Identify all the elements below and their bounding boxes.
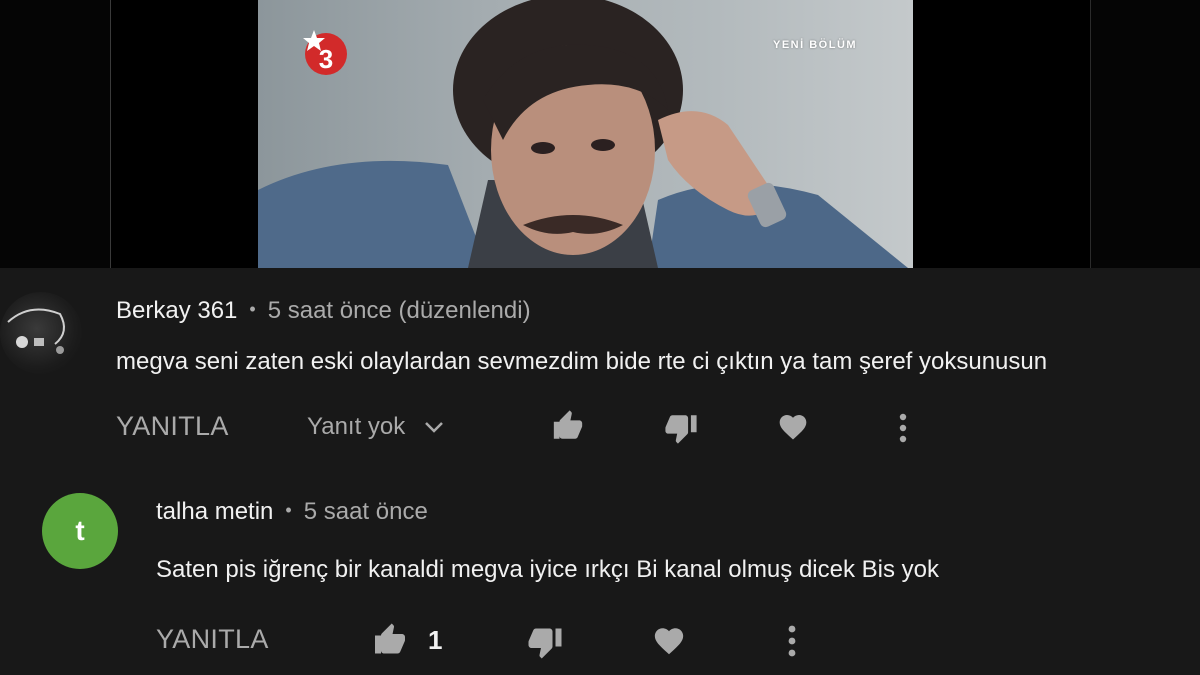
heart-button[interactable] [776,411,810,443]
reply-button[interactable]: YANITLA [156,624,269,655]
comment-timestamp[interactable]: 5 saat önce (düzenlendi) [268,297,531,324]
thumbnail-caption: YENİ BÖLÜM [773,39,858,51]
svg-text:3: 3 [319,44,333,74]
comment-author[interactable]: Berkay 361 [116,297,237,324]
reply-button[interactable]: YANITLA [116,411,229,442]
chevron-down-icon [425,422,444,433]
dislike-button[interactable] [526,624,564,660]
thumbs-up-icon [375,623,405,654]
heart-icon [779,415,807,440]
heart-icon [654,628,684,655]
replies-toggle[interactable]: Yanıt yok [307,413,445,441]
comment-header: Berkay 361 • 5 saat önce (düzenlendi) [116,297,531,325]
replies-toggle-label: Yanıt yok [307,413,406,440]
comment-author[interactable]: talha metin [156,498,273,525]
like-button[interactable] [371,622,409,658]
heart-button[interactable] [651,624,687,658]
video-player-area[interactable]: 3 YENİ BÖLÜM [0,0,1200,268]
more-vert-icon [899,413,907,443]
right-video-panel [1090,0,1200,268]
left-video-panel [0,0,111,268]
more-vert-icon [788,625,796,657]
separator-dot: • [249,299,256,319]
avatar[interactable] [0,292,82,374]
like-count: 1 [428,625,443,655]
comment-text: megva seni zaten eski olaylardan sevmezd… [116,348,1048,375]
star-tv-logo-icon: 3 [298,24,350,76]
like-button[interactable] [550,409,586,443]
video-thumbnail[interactable]: 3 YENİ BÖLÜM [258,0,913,268]
avatar-image-icon [7,308,65,354]
more-options-button[interactable] [787,624,797,658]
avatar[interactable]: t [42,493,118,569]
dislike-button[interactable] [663,411,699,445]
comment-text: Saten pis iğrenç bir kanaldi megva iyice… [156,556,939,583]
comment-timestamp[interactable]: 5 saat önce [304,498,428,525]
thumbs-down-icon [665,415,697,444]
more-options-button[interactable] [898,412,908,444]
comment-header: talha metin • 5 saat önce [156,498,428,526]
thumbs-down-icon [528,628,562,659]
thumbs-up-icon [553,410,583,439]
separator-dot: • [285,500,292,520]
